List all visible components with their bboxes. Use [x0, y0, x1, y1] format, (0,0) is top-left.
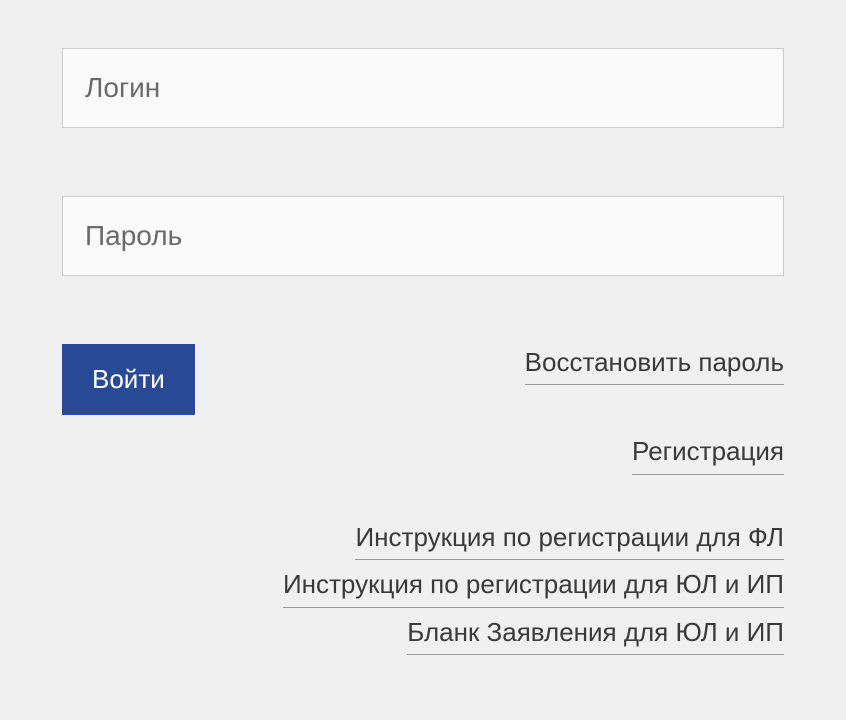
- recover-password-link[interactable]: Восстановить пароль: [525, 344, 784, 385]
- login-form: Войти Восстановить пароль Регистрация Ин…: [62, 48, 784, 655]
- register-link[interactable]: Регистрация: [632, 433, 784, 474]
- password-input[interactable]: [62, 196, 784, 276]
- instruction-ul-ip-link[interactable]: Инструкция по регистрации для ЮЛ и ИП: [283, 566, 784, 607]
- login-input[interactable]: [62, 48, 784, 128]
- login-button[interactable]: Войти: [62, 344, 195, 415]
- actions-row: Войти Восстановить пароль Регистрация Ин…: [62, 344, 784, 655]
- application-form-ul-ip-link[interactable]: Бланк Заявления для ЮЛ и ИП: [407, 614, 784, 655]
- instruction-fl-link[interactable]: Инструкция по регистрации для ФЛ: [355, 519, 784, 560]
- links-column: Восстановить пароль Регистрация Инструкц…: [283, 344, 784, 655]
- spacer: [62, 128, 784, 196]
